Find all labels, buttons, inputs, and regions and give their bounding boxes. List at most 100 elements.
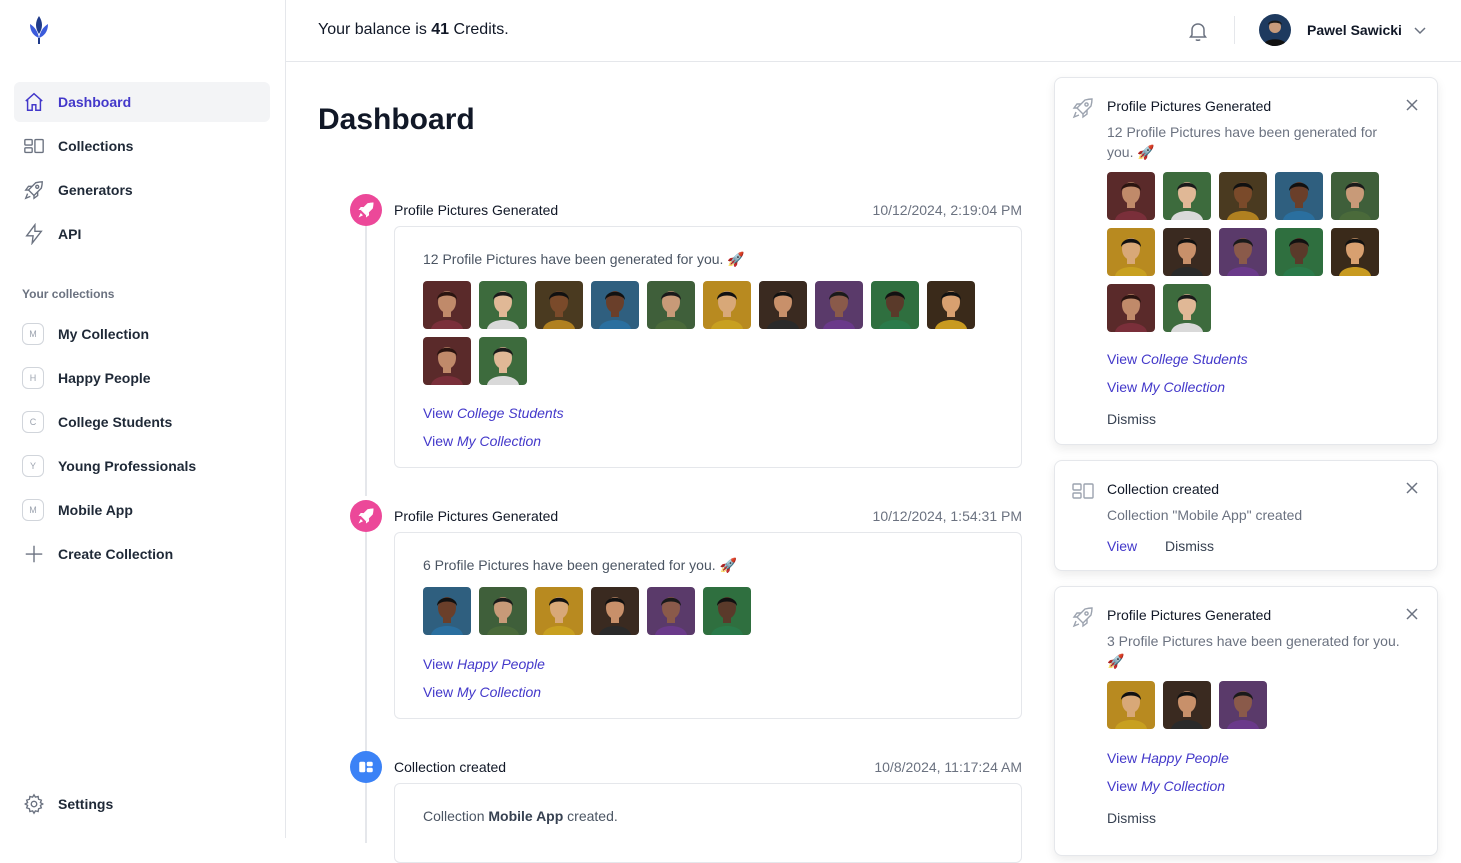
divider — [1234, 16, 1235, 44]
thumbnail-image[interactable] — [1219, 228, 1267, 276]
thumbnail-image[interactable] — [1163, 228, 1211, 276]
event-card: 6 Profile Pictures have been generated f… — [394, 532, 1022, 719]
thumbnail-image[interactable] — [423, 281, 471, 329]
close-icon[interactable] — [1405, 607, 1419, 621]
event-time: 10/12/2024, 2:19:04 PM — [872, 202, 1022, 218]
event-card: Collection Mobile App created. — [394, 783, 1022, 863]
timeline-line — [365, 226, 367, 496]
thumbnail-image[interactable] — [1219, 172, 1267, 220]
collection-item[interactable]: C College Students — [14, 402, 270, 442]
view-collection-link[interactable]: View Happy People — [423, 656, 545, 672]
view-collection-link[interactable]: View College Students — [423, 405, 564, 421]
thumbnail-image[interactable] — [1163, 284, 1211, 332]
thumbnail-image[interactable] — [1331, 228, 1379, 276]
dismiss-button[interactable]: Dismiss — [1107, 411, 1156, 427]
nav-item-collections[interactable]: Collections — [14, 126, 270, 166]
view-collection-link[interactable]: View College Students — [1107, 351, 1248, 367]
event-title: Collection created — [394, 759, 507, 775]
chevron-down-icon[interactable] — [1412, 22, 1428, 38]
collection-letter: Y — [22, 455, 44, 477]
nav-label: Dashboard — [58, 94, 132, 110]
view-collection-link[interactable]: View My Collection — [1107, 379, 1225, 395]
thumbnail-image[interactable] — [479, 587, 527, 635]
nav-item-generators[interactable]: Generators — [14, 170, 270, 210]
thumbnail-image[interactable] — [1331, 172, 1379, 220]
thumbnail-image[interactable] — [535, 281, 583, 329]
thumbnail-image[interactable] — [759, 281, 807, 329]
logo-icon[interactable] — [26, 14, 52, 46]
section-title: Your collections — [22, 287, 115, 301]
thumbnail-image[interactable] — [703, 281, 751, 329]
thumbnail-image[interactable] — [1107, 681, 1155, 729]
collection-item[interactable]: H Happy People — [14, 358, 270, 398]
thumbnail-image[interactable] — [1275, 172, 1323, 220]
sidebar: Dashboard Collections Generators API You… — [0, 0, 286, 838]
view-collection-link[interactable]: View My Collection — [423, 433, 541, 449]
bell-icon[interactable] — [1186, 19, 1210, 43]
event-text: 12 Profile Pictures have been generated … — [423, 251, 745, 267]
notification-card: Profile Pictures Generated 3 Profile Pic… — [1054, 586, 1438, 856]
thumbnail-image[interactable] — [927, 281, 975, 329]
close-icon[interactable] — [1405, 98, 1419, 112]
thumbnail-image[interactable] — [1107, 228, 1155, 276]
event-text: 6 Profile Pictures have been generated f… — [423, 557, 737, 573]
thumbnail-image[interactable] — [591, 281, 639, 329]
thumbnail-image[interactable] — [535, 587, 583, 635]
view-button[interactable]: View — [1107, 538, 1137, 554]
collection-item[interactable]: M My Collection — [14, 314, 270, 354]
thumbnail-image[interactable] — [1163, 172, 1211, 220]
main-nav: Dashboard Collections Generators API — [14, 82, 270, 258]
timeline-line — [365, 783, 367, 843]
link-prefix: View — [423, 405, 457, 421]
collection-label: Happy People — [58, 370, 151, 386]
collections-icon — [350, 751, 382, 783]
thumbnail-image[interactable] — [647, 587, 695, 635]
thumbnail-image[interactable] — [815, 281, 863, 329]
thumbnail-image[interactable] — [1275, 228, 1323, 276]
thumbnail-image[interactable] — [479, 281, 527, 329]
thumbnail-image[interactable] — [1107, 284, 1155, 332]
close-icon[interactable] — [1405, 481, 1419, 495]
collection-letter: M — [22, 499, 44, 521]
notification-card: Collection created Collection "Mobile Ap… — [1054, 460, 1438, 571]
thumbnail-grid — [1107, 681, 1397, 729]
collection-item[interactable]: M Mobile App — [14, 490, 270, 530]
thumbnail-image[interactable] — [703, 587, 751, 635]
rocket-icon — [350, 500, 382, 532]
thumbnail-image[interactable] — [591, 587, 639, 635]
collection-label: My Collection — [58, 326, 150, 342]
text-prefix: Collection — [423, 808, 489, 824]
thumbnail-image[interactable] — [423, 337, 471, 385]
thumbnail-image[interactable] — [1219, 681, 1267, 729]
nav-item-api[interactable]: API — [14, 214, 270, 254]
dismiss-button[interactable]: Dismiss — [1107, 810, 1156, 826]
link-name: My Collection — [456, 433, 542, 449]
thumbnail-image[interactable] — [647, 281, 695, 329]
event-card: 12 Profile Pictures have been generated … — [394, 226, 1022, 468]
view-collection-link[interactable]: View Happy People — [1107, 750, 1229, 766]
thumbnail-image[interactable] — [871, 281, 919, 329]
nav-item-settings[interactable]: Settings — [14, 784, 270, 824]
create-collection-button[interactable]: Create Collection — [14, 534, 270, 574]
gear-icon — [22, 792, 46, 816]
nav-item-dashboard[interactable]: Dashboard — [14, 82, 270, 122]
settings-nav: Settings — [14, 784, 270, 828]
event-title: Profile Pictures Generated — [394, 508, 559, 524]
dismiss-button[interactable]: Dismiss — [1165, 538, 1214, 554]
rocket-icon — [22, 178, 46, 202]
view-collection-link[interactable]: View My Collection — [423, 684, 541, 700]
collection-letter: C — [22, 411, 44, 433]
thumbnail-image[interactable] — [479, 337, 527, 385]
balance-suffix: Credits. — [449, 21, 509, 38]
collections-icon — [22, 134, 46, 158]
avatar[interactable] — [1259, 14, 1291, 46]
notification-body: 3 Profile Pictures have been generated f… — [1107, 633, 1400, 669]
thumbnail-image[interactable] — [1107, 172, 1155, 220]
link-prefix: View — [1107, 778, 1141, 794]
view-collection-link[interactable]: View My Collection — [1107, 778, 1225, 794]
user-name[interactable]: Pawel Sawicki — [1307, 22, 1402, 38]
thumbnail-image[interactable] — [423, 587, 471, 635]
thumbnail-image[interactable] — [1163, 681, 1211, 729]
collection-item[interactable]: Y Young Professionals — [14, 446, 270, 486]
link-prefix: View — [423, 433, 457, 449]
